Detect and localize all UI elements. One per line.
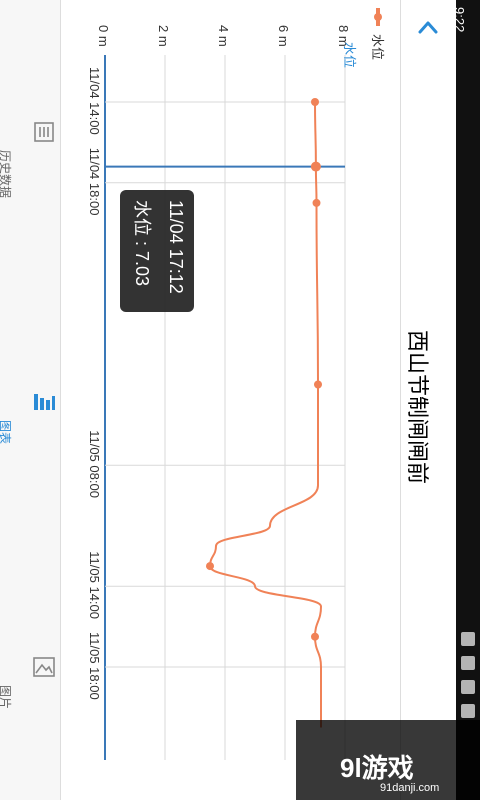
nav-history[interactable]: 历史数据 (0, 120, 60, 210)
chevron-left-icon[interactable] (415, 14, 441, 40)
y-tick-label: 4 m (216, 25, 231, 47)
y-tick-label: 6 m (276, 25, 291, 47)
x-tick-label: 11/05 08:00 (87, 430, 102, 498)
y-tick-label: 0 m (96, 25, 111, 47)
data-point (206, 562, 214, 571)
alarm-icon (461, 632, 475, 646)
data-point (311, 632, 319, 641)
legend-dot-swatch (374, 13, 382, 21)
x-tick-label: 11/05 18:00 (87, 632, 102, 700)
data-point (312, 198, 321, 207)
water-level-chart: 0 m2 m4 m6 m8 m 11/04 14:00 11/04 18:00 11/… (60, 0, 400, 800)
nav-chart[interactable]: 图表 (0, 390, 60, 480)
data-point (310, 161, 321, 172)
x-tick-label: 11/05 14:00 (87, 551, 102, 619)
data-point (314, 380, 322, 389)
image-icon (33, 657, 55, 677)
x-tick-label: 11/04 14:00 (87, 67, 102, 135)
nav-image[interactable]: 图片 (0, 655, 60, 745)
x-tick-label: 11/04 18:00 (87, 148, 102, 216)
chart-canvas: 0 m2 m4 m6 m8 m11/04 14:0011/04 18:0011/… (87, 25, 351, 760)
watermark-url: 91danji.com (380, 782, 440, 794)
data-point (311, 98, 319, 106)
signal-icon (461, 680, 475, 694)
vibrate-icon (461, 656, 475, 670)
bar-chart-icon (34, 394, 55, 410)
battery-icon (461, 704, 475, 718)
list-icon (34, 122, 54, 142)
y-tick-label: 2 m (156, 25, 171, 47)
series-line-water-level (208, 101, 323, 728)
watermark-logo: 9l游戏 (340, 753, 414, 783)
